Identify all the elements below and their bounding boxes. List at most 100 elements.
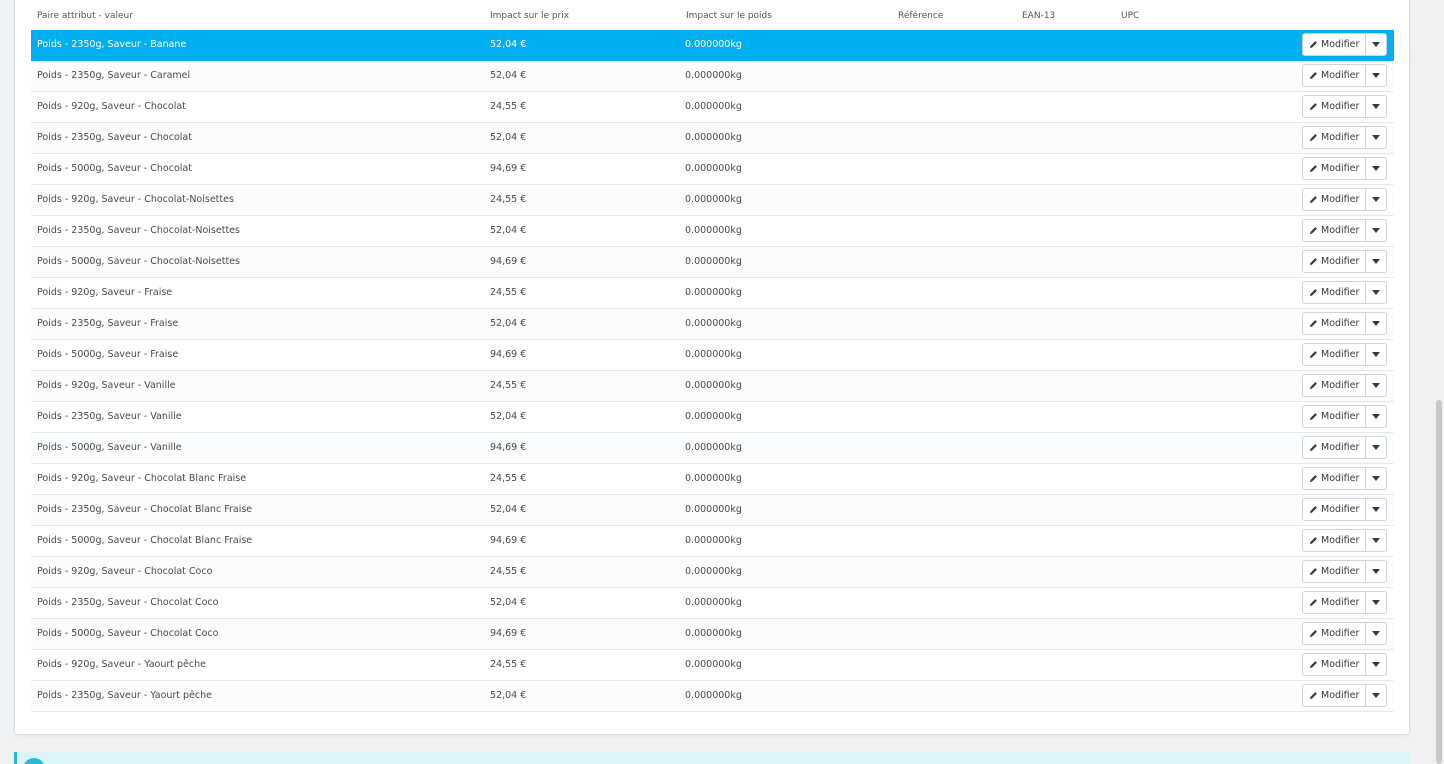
combination-name: Poids - 2350g, Saveur - Yaourt pêche [37, 690, 213, 701]
row-actions-dropdown-button[interactable] [1365, 219, 1387, 242]
row-actions-dropdown-button[interactable] [1365, 374, 1387, 397]
combination-name: Poids - 920g, Saveur - Chocolat Coco [37, 566, 213, 577]
table-row[interactable]: Poids - 2350g, Saveur - Banane 52,04 € 0.0… [31, 30, 1394, 61]
page-scrollbar[interactable] [1434, 0, 1444, 764]
row-actions-dropdown-button[interactable] [1365, 33, 1387, 56]
table-row[interactable]: Poids - 920g, Saveur - Vanille 24,55 € 0.0… [31, 371, 1394, 402]
info-icon [23, 758, 45, 764]
table-row[interactable]: Poids - 2350g, Saveur - Chocolat Blanc F… [31, 495, 1394, 526]
pencil-icon [1309, 350, 1321, 359]
row-actions-dropdown-button[interactable] [1365, 95, 1387, 118]
row-actions-dropdown-button[interactable] [1365, 405, 1387, 428]
weight-impact: 0.000000kg [685, 163, 742, 174]
modify-button[interactable]: Modifier [1302, 374, 1365, 397]
row-actions-dropdown-button[interactable] [1365, 684, 1387, 707]
table-row[interactable]: Poids - 920g, Saveur - Fraise 24,55 € 0.00… [31, 278, 1394, 309]
combination-name: Poids - 2350g, Saveur - Fraise [37, 318, 179, 329]
header-upc: UPC [1121, 11, 1140, 21]
table-row[interactable]: Poids - 920g, Saveur - Yaourt pêche 24,55… [31, 650, 1394, 681]
table-row[interactable]: Poids - 920g, Saveur - Chocolat-Noisette… [31, 185, 1394, 216]
weight-impact: 0.000000kg [685, 132, 742, 143]
modify-button[interactable]: Modifier [1302, 529, 1365, 552]
table-row[interactable]: Poids - 2350g, Saveur - Chocolat 52,04 € 0… [31, 123, 1394, 154]
modify-button[interactable]: Modifier [1302, 312, 1365, 335]
modify-button-label: Modifier [1321, 163, 1360, 174]
modify-button-label: Modifier [1321, 566, 1360, 577]
row-actions: Modifier [1302, 529, 1387, 552]
row-actions-dropdown-button[interactable] [1365, 622, 1387, 645]
page: Paire attribut - valeur Impact sur le pr… [0, 0, 1444, 764]
modify-button[interactable]: Modifier [1302, 188, 1365, 211]
price-impact: 52,04 € [490, 504, 527, 515]
row-actions-dropdown-button[interactable] [1365, 312, 1387, 335]
modify-button[interactable]: Modifier [1302, 436, 1365, 459]
row-actions-dropdown-button[interactable] [1365, 467, 1387, 490]
price-impact: 94,69 € [490, 442, 527, 453]
modify-button[interactable]: Modifier [1302, 64, 1365, 87]
table-row[interactable]: Poids - 5000g, Saveur - Chocolat-Noisett… [31, 247, 1394, 278]
table-row[interactable]: Poids - 5000g, Saveur - Fraise 94,69 € 0.0… [31, 340, 1394, 371]
row-actions-dropdown-button[interactable] [1365, 498, 1387, 521]
price-impact: 52,04 € [490, 411, 527, 422]
table-row[interactable]: Poids - 5000g, Saveur - Vanille 94,69 € 0.… [31, 433, 1394, 464]
row-actions-dropdown-button[interactable] [1365, 436, 1387, 459]
combination-name: Poids - 5000g, Saveur - Vanille [37, 442, 182, 453]
table-row[interactable]: Poids - 2350g, Saveur - Vanille 52,04 € 0.… [31, 402, 1394, 433]
pencil-icon [1309, 195, 1321, 204]
modify-button[interactable]: Modifier [1302, 622, 1365, 645]
combination-name: Poids - 920g, Saveur - Chocolat-Noisette… [37, 194, 234, 205]
modify-button[interactable]: Modifier [1302, 157, 1365, 180]
row-actions-dropdown-button[interactable] [1365, 591, 1387, 614]
row-actions-dropdown-button[interactable] [1365, 653, 1387, 676]
modify-button-label: Modifier [1321, 318, 1360, 329]
row-actions-dropdown-button[interactable] [1365, 343, 1387, 366]
row-actions-dropdown-button[interactable] [1365, 560, 1387, 583]
modify-button[interactable]: Modifier [1302, 498, 1365, 521]
modify-button[interactable]: Modifier [1302, 281, 1365, 304]
modify-button[interactable]: Modifier [1302, 467, 1365, 490]
table-row[interactable]: Poids - 5000g, Saveur - Chocolat Coco 94,… [31, 619, 1394, 650]
modify-button-label: Modifier [1321, 597, 1360, 608]
table-row[interactable]: Poids - 5000g, Saveur - Chocolat 94,69 € 0… [31, 154, 1394, 185]
modify-button[interactable]: Modifier [1302, 219, 1365, 242]
table-row[interactable]: Poids - 920g, Saveur - Chocolat 24,55 € 0.… [31, 92, 1394, 123]
row-actions-dropdown-button[interactable] [1365, 250, 1387, 273]
pencil-icon [1309, 660, 1321, 669]
row-actions-dropdown-button[interactable] [1365, 126, 1387, 149]
table-row[interactable]: Poids - 2350g, Saveur - Yaourt pêche 52,0… [31, 681, 1394, 712]
row-actions-dropdown-button[interactable] [1365, 281, 1387, 304]
row-actions-dropdown-button[interactable] [1365, 529, 1387, 552]
caret-down-icon [1372, 600, 1380, 605]
modify-button-label: Modifier [1321, 690, 1360, 701]
table-row[interactable]: Poids - 2350g, Saveur - Chocolat Coco 52,… [31, 588, 1394, 619]
table-row[interactable]: Poids - 2350g, Saveur - Chocolat-Noisett… [31, 216, 1394, 247]
caret-down-icon [1372, 104, 1380, 109]
row-actions-dropdown-button[interactable] [1365, 188, 1387, 211]
price-impact: 24,55 € [490, 287, 527, 298]
modify-button[interactable]: Modifier [1302, 126, 1365, 149]
scrollbar-thumb[interactable] [1436, 400, 1442, 764]
row-actions-dropdown-button[interactable] [1365, 64, 1387, 87]
weight-impact: 0.000000kg [685, 566, 742, 577]
modify-button[interactable]: Modifier [1302, 250, 1365, 273]
table-row[interactable]: Poids - 2350g, Saveur - Caramel 52,04 € 0.… [31, 61, 1394, 92]
modify-button[interactable]: Modifier [1302, 95, 1365, 118]
modify-button[interactable]: Modifier [1302, 653, 1365, 676]
row-actions-dropdown-button[interactable] [1365, 157, 1387, 180]
table-row[interactable]: Poids - 920g, Saveur - Chocolat Coco 24,5… [31, 557, 1394, 588]
modify-button[interactable]: Modifier [1302, 684, 1365, 707]
modify-button[interactable]: Modifier [1302, 591, 1365, 614]
combination-name: Poids - 5000g, Saveur - Chocolat Blanc F… [37, 535, 253, 546]
modify-button[interactable]: Modifier [1302, 405, 1365, 428]
weight-impact: 0.000000kg [685, 411, 742, 422]
table-row[interactable]: Poids - 5000g, Saveur - Chocolat Blanc F… [31, 526, 1394, 557]
row-actions: Modifier [1302, 157, 1387, 180]
table-row[interactable]: Poids - 2350g, Saveur - Fraise 52,04 € 0.0… [31, 309, 1394, 340]
row-actions: Modifier [1302, 560, 1387, 583]
modify-button[interactable]: Modifier [1302, 560, 1365, 583]
pencil-icon [1309, 257, 1321, 266]
price-impact: 94,69 € [490, 163, 527, 174]
modify-button[interactable]: Modifier [1302, 33, 1365, 56]
table-row[interactable]: Poids - 920g, Saveur - Chocolat Blanc Fr… [31, 464, 1394, 495]
modify-button[interactable]: Modifier [1302, 343, 1365, 366]
